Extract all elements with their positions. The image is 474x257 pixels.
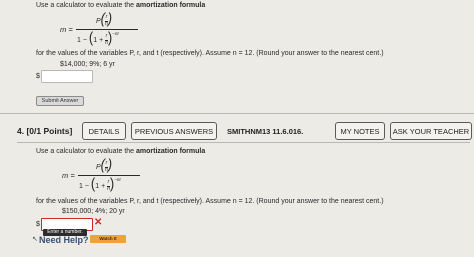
q3-dollar-sign: $ (36, 73, 40, 80)
q4-formula: m = P(r n) 1 − (1 + r n)−nt (62, 156, 142, 193)
q4-details-button[interactable]: DETAILS (82, 122, 126, 140)
q3-formula: m = P(r n) 1 − (1 + r n)−nt (60, 10, 140, 47)
q4-number: 4. (17, 126, 25, 136)
q3-instruction-text: Use a calculator to evaluate the (36, 2, 135, 9)
q4-watch-it-label: Watch It (99, 236, 117, 241)
q4-den-one: 1 − (79, 183, 89, 190)
q4-watch-it-button[interactable]: Watch It (90, 235, 126, 243)
q4-formula-denominator: 1 − (1 + r n)−nt (79, 175, 121, 193)
q4-header-divider (17, 142, 470, 143)
q4-formula-lhs: m = (62, 171, 75, 180)
q3-formula-lhs: m = (60, 25, 73, 34)
q3-den-one: 1 − (77, 37, 87, 44)
q4-previous-answers-button[interactable]: PREVIOUS ANSWERS (131, 122, 217, 140)
question-separator (0, 113, 474, 114)
q4-formula-numerator: P(r n) (96, 156, 113, 174)
q4-previous-answers-label: PREVIOUS ANSWERS (134, 126, 214, 136)
q4-instruction-text: Use a calculator to evaluate the (36, 148, 135, 155)
q4-dollar-sign: $ (36, 221, 40, 228)
q4-details-label: DETAILS (88, 126, 120, 136)
q3-instruction: Use a calculator to evaluate the amortiz… (36, 2, 205, 9)
q3-formula-denominator: 1 − (1 + r n)−nt (77, 29, 119, 47)
q4-instruction: Use a calculator to evaluate the amortiz… (36, 148, 205, 155)
q4-problem-id: SMITHNM13 11.6.016. (227, 127, 304, 136)
q4-error-x-icon: ✕ (94, 217, 103, 228)
q4-header: 4. [0/1 Points] (17, 126, 72, 136)
q4-tooltip-text: Enter a number. (47, 229, 83, 235)
q4-values-text: for the values of the variables P, r, an… (36, 198, 384, 205)
q3-den-exponent: −nt (112, 31, 119, 36)
q3-den-oneplus: 1 + (93, 37, 104, 44)
cursor-arrow-icon: ↖ (32, 236, 38, 243)
q4-instruction-bold: amortization formula (136, 148, 206, 155)
q4-my-notes-label: MY NOTES (340, 126, 380, 136)
q4-den-exponent: −nt (114, 177, 121, 182)
q4-den-oneplus: 1 + (95, 183, 106, 190)
q3-submit-button[interactable]: Submit Answer (36, 96, 84, 106)
q3-answer-input[interactable] (41, 70, 93, 83)
q3-instruction-bold: amortization formula (136, 2, 206, 9)
q4-given-values: $150,000; 4%; 20 yr (62, 208, 125, 215)
q4-my-notes-button[interactable]: MY NOTES (335, 122, 385, 140)
q4-need-help-label: Need Help? (39, 235, 89, 245)
q3-values-text: for the values of the variables P, r, an… (36, 50, 384, 57)
q4-ask-teacher-button[interactable]: ASK YOUR TEACHER (390, 122, 472, 140)
q3-formula-numerator: P(r n) (96, 10, 113, 28)
q4-error-tooltip: Enter a number. (43, 229, 87, 236)
q4-points: [0/1 Points] (26, 126, 73, 136)
q4-ask-teacher-label: ASK YOUR TEACHER (392, 126, 470, 136)
q3-given-values: $14,000; 9%; 6 yr (60, 61, 115, 68)
q3-submit-label: Submit Answer (41, 98, 79, 104)
